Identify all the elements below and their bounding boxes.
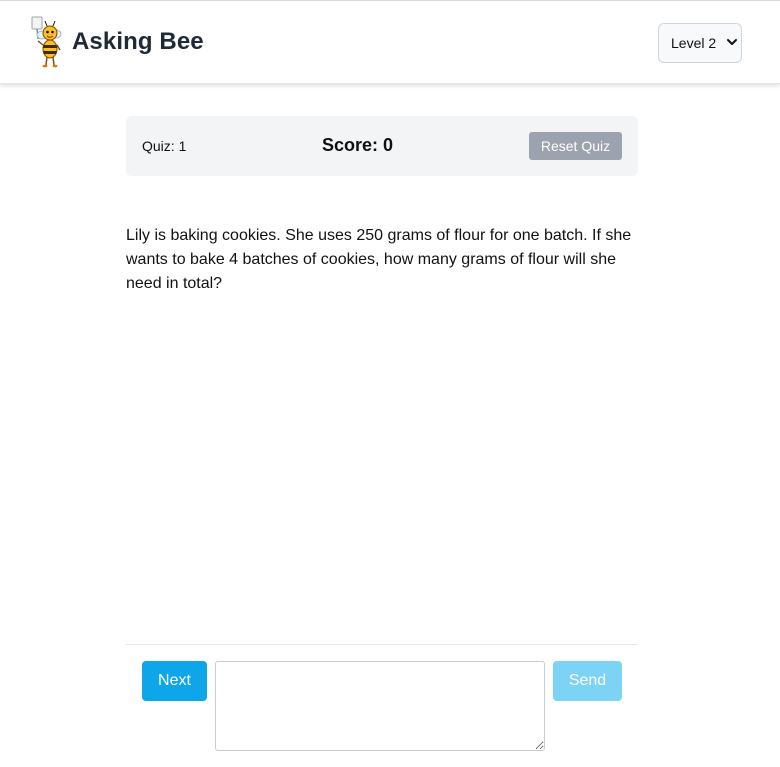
question-text: Lily is baking cookies. She uses 250 gra… bbox=[126, 227, 632, 292]
chevron-down-icon bbox=[727, 39, 737, 45]
quiz-number: Quiz: 1 bbox=[142, 138, 187, 154]
level-select-value: Level 2 bbox=[671, 35, 717, 51]
send-button[interactable]: Send bbox=[553, 661, 622, 701]
next-button[interactable]: Next bbox=[142, 661, 207, 701]
score-display: Score: 0 bbox=[322, 135, 394, 155]
level-select[interactable]: Level 2 bbox=[658, 23, 742, 63]
quiz-status-bar: Quiz: 1 Score: 0 Reset Quiz bbox=[126, 116, 638, 176]
divider bbox=[126, 644, 638, 645]
bee-mascot-icon bbox=[31, 16, 62, 68]
reset-quiz-button[interactable]: Reset Quiz bbox=[529, 132, 622, 160]
answer-input[interactable] bbox=[215, 661, 545, 751]
app-title: Asking Bee bbox=[72, 28, 204, 55]
app-header: Asking Bee Level 2 bbox=[0, 1, 780, 84]
